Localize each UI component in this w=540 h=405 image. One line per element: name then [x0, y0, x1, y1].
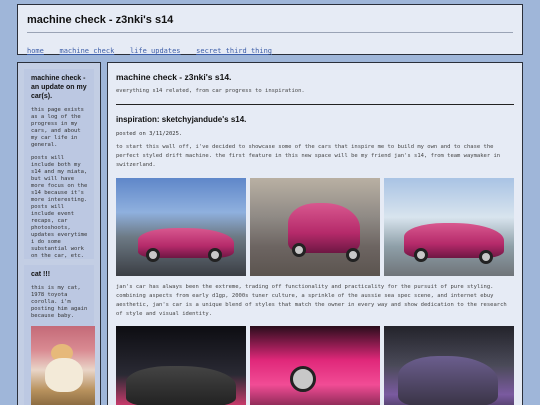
wheel-shape — [290, 366, 316, 392]
wheel-shape — [479, 250, 493, 264]
nav-link-machine-check[interactable]: machine check — [60, 47, 115, 55]
sidebar: machine check - an update on my car(s). … — [17, 62, 101, 405]
post-intro: to start this wall off, i've decided to … — [116, 144, 501, 168]
car-photo[interactable] — [250, 178, 380, 276]
header-divider — [27, 32, 513, 33]
nav-link-secret-third-thing[interactable]: secret third thing — [196, 47, 272, 55]
page-title: machine check - z3nki's s14. — [116, 72, 232, 82]
nav-link-life-updates[interactable]: life updates — [130, 47, 181, 55]
nav-bar: home machine check life updates secret t… — [27, 38, 513, 57]
wheel-shape — [208, 248, 222, 262]
wheel-shape — [346, 248, 360, 262]
site-header: machine check - z3nki's s14 home machine… — [17, 4, 523, 55]
post-body: jan's car has always been the extreme, t… — [116, 284, 507, 317]
car-photo[interactable] — [116, 178, 246, 276]
wheel-shape — [414, 248, 428, 262]
car-photo[interactable] — [250, 326, 380, 405]
content-divider — [116, 104, 514, 105]
nav-link-home[interactable]: home — [27, 47, 44, 55]
about-title: machine check - an update on my car(s). — [31, 75, 87, 100]
car-shape — [126, 366, 236, 405]
car-shape — [398, 356, 498, 405]
about-paragraph: this page exists as a log of the progres… — [31, 107, 84, 148]
site-title: machine check - z3nki's s14 — [27, 14, 174, 26]
post-date: posted on 3/11/2025. — [116, 131, 183, 137]
cat-photo — [31, 326, 95, 405]
cat-block: cat !!! this is my cat, 1978 toyota coro… — [24, 265, 95, 405]
wheel-shape — [146, 248, 160, 262]
main-content: machine check - z3nki's s14. everything … — [107, 62, 523, 405]
about-block: machine check - an update on my car(s). … — [24, 69, 94, 259]
cat-title: cat !!! — [31, 271, 51, 278]
wheel-shape — [292, 243, 306, 257]
car-photo[interactable] — [384, 326, 514, 405]
photo-row — [116, 326, 514, 405]
page-tagline: everything s14 related, from car progres… — [116, 88, 305, 94]
cat-text: this is my cat, 1978 toyota corolla. i'm… — [31, 285, 88, 319]
car-photo[interactable] — [116, 326, 246, 405]
car-photo[interactable] — [384, 178, 514, 276]
photo-row — [116, 178, 514, 276]
cat-photo-body — [45, 358, 83, 392]
about-paragraph: posts will include both my s14 and my mi… — [31, 155, 88, 259]
post-title: inspiration: sketchyjandude's s14. — [116, 115, 247, 124]
